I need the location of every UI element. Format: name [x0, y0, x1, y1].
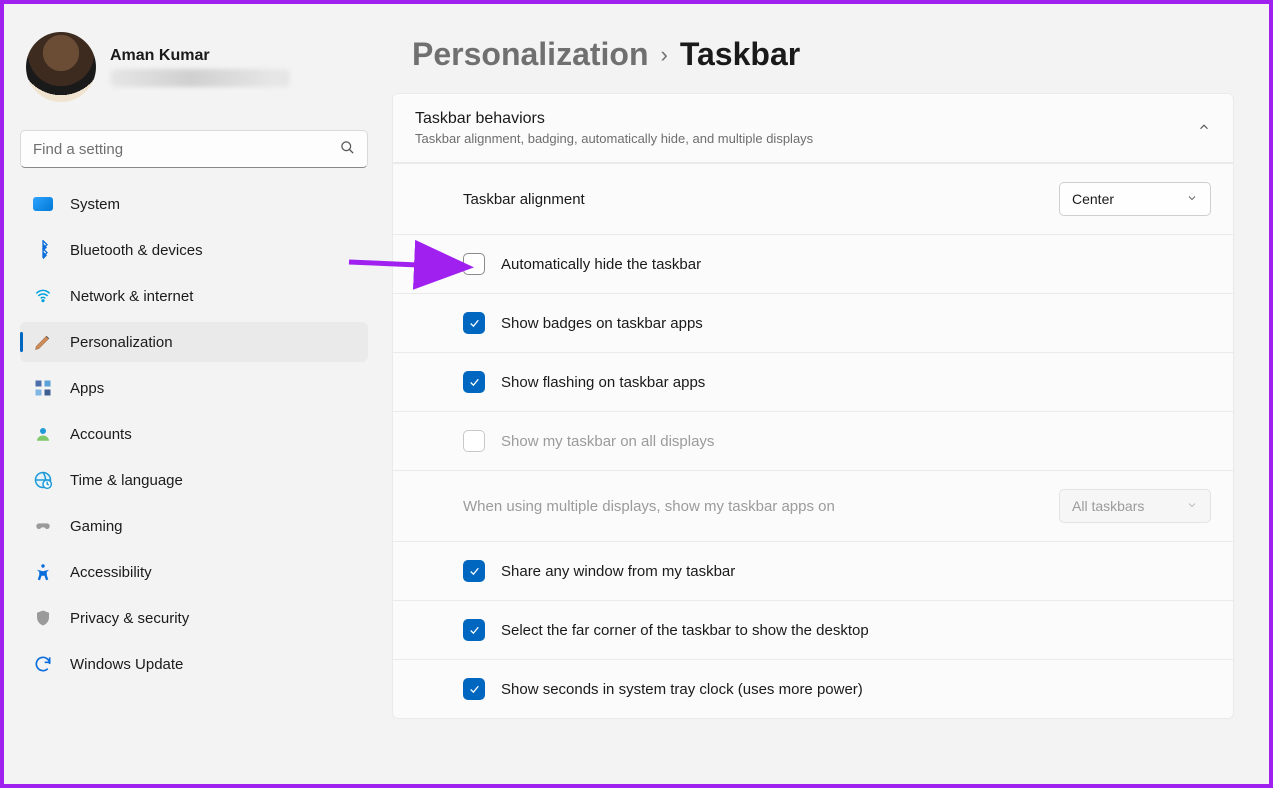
checkbox[interactable] [463, 678, 485, 700]
checkbox[interactable] [463, 560, 485, 582]
user-account-block[interactable]: Aman Kumar [20, 22, 368, 120]
sidebar-item-network[interactable]: Network & internet [20, 276, 368, 316]
sidebar-item-label: Gaming [70, 518, 123, 535]
search-icon [340, 140, 355, 159]
setting-label: Show seconds in system tray clock (uses … [501, 681, 863, 698]
checkbox [463, 430, 485, 452]
dropdown-value: Center [1072, 191, 1114, 207]
chevron-down-icon [1186, 499, 1198, 514]
sidebar-item-windows-update[interactable]: Windows Update [20, 644, 368, 684]
sidebar-item-bluetooth[interactable]: Bluetooth & devices [20, 230, 368, 270]
breadcrumb-parent[interactable]: Personalization [412, 36, 649, 73]
sidebar-item-label: Accounts [70, 426, 132, 443]
bluetooth-icon [32, 239, 54, 261]
setting-multi-display-apps: When using multiple displays, show my ta… [393, 470, 1233, 541]
sidebar-item-label: Windows Update [70, 656, 183, 673]
user-name: Aman Kumar [110, 47, 290, 65]
setting-label: Automatically hide the taskbar [501, 256, 701, 273]
section-title: Taskbar behaviors [415, 110, 813, 128]
section-subtitle: Taskbar alignment, badging, automaticall… [415, 131, 813, 146]
system-icon [32, 193, 54, 215]
breadcrumb-current: Taskbar [680, 36, 800, 73]
setting-auto-hide[interactable]: Automatically hide the taskbar [393, 234, 1233, 293]
setting-show-all-displays: Show my taskbar on all displays [393, 411, 1233, 470]
sidebar-item-apps[interactable]: Apps [20, 368, 368, 408]
setting-label: Show flashing on taskbar apps [501, 374, 705, 391]
checkbox[interactable] [463, 253, 485, 275]
setting-label: Show my taskbar on all displays [501, 433, 714, 450]
setting-label: Share any window from my taskbar [501, 563, 735, 580]
person-icon [32, 423, 54, 445]
sidebar-item-personalization[interactable]: Personalization [20, 322, 368, 362]
sidebar-item-privacy-security[interactable]: Privacy & security [20, 598, 368, 638]
setting-far-corner-desktop[interactable]: Select the far corner of the taskbar to … [393, 600, 1233, 659]
avatar [26, 32, 96, 102]
chevron-up-icon [1197, 120, 1211, 137]
shield-icon [32, 607, 54, 629]
update-icon [32, 653, 54, 675]
accessibility-icon [32, 561, 54, 583]
taskbar-behaviors-header[interactable]: Taskbar behaviors Taskbar alignment, bad… [393, 94, 1233, 163]
apps-icon [32, 377, 54, 399]
setting-show-seconds[interactable]: Show seconds in system tray clock (uses … [393, 659, 1233, 718]
chevron-right-icon: › [661, 42, 668, 68]
setting-label: Taskbar alignment [463, 191, 585, 208]
setting-label: When using multiple displays, show my ta… [463, 498, 835, 515]
setting-show-flashing[interactable]: Show flashing on taskbar apps [393, 352, 1233, 411]
dropdown-value: All taskbars [1072, 498, 1144, 514]
sidebar-item-label: Accessibility [70, 564, 152, 581]
checkbox[interactable] [463, 619, 485, 641]
sidebar-item-label: Personalization [70, 334, 173, 351]
checkbox[interactable] [463, 312, 485, 334]
chevron-down-icon [1186, 192, 1198, 207]
multi-display-dropdown: All taskbars [1059, 489, 1211, 523]
search-box[interactable] [20, 130, 368, 168]
checkbox[interactable] [463, 371, 485, 393]
sidebar-item-label: Bluetooth & devices [70, 242, 203, 259]
alignment-dropdown[interactable]: Center [1059, 182, 1211, 216]
user-email-redacted [110, 69, 290, 87]
sidebar-item-accessibility[interactable]: Accessibility [20, 552, 368, 592]
wifi-icon [32, 285, 54, 307]
sidebar-item-label: Time & language [70, 472, 183, 489]
setting-taskbar-alignment: Taskbar alignment Center [393, 163, 1233, 234]
paintbrush-icon [32, 331, 54, 353]
gamepad-icon [32, 515, 54, 537]
sidebar-item-label: System [70, 196, 120, 213]
setting-share-any-window[interactable]: Share any window from my taskbar [393, 541, 1233, 600]
sidebar-item-gaming[interactable]: Gaming [20, 506, 368, 546]
setting-label: Select the far corner of the taskbar to … [501, 622, 869, 639]
setting-show-badges[interactable]: Show badges on taskbar apps [393, 293, 1233, 352]
setting-label: Show badges on taskbar apps [501, 315, 703, 332]
taskbar-behaviors-card: Taskbar behaviors Taskbar alignment, bad… [392, 93, 1234, 719]
globe-clock-icon [32, 469, 54, 491]
sidebar-item-label: Privacy & security [70, 610, 189, 627]
sidebar-item-accounts[interactable]: Accounts [20, 414, 368, 454]
search-input[interactable] [33, 141, 340, 158]
sidebar-item-label: Network & internet [70, 288, 193, 305]
sidebar-item-system[interactable]: System [20, 184, 368, 224]
sidebar-item-time-language[interactable]: Time & language [20, 460, 368, 500]
breadcrumb: Personalization › Taskbar [412, 36, 1245, 73]
sidebar-item-label: Apps [70, 380, 104, 397]
